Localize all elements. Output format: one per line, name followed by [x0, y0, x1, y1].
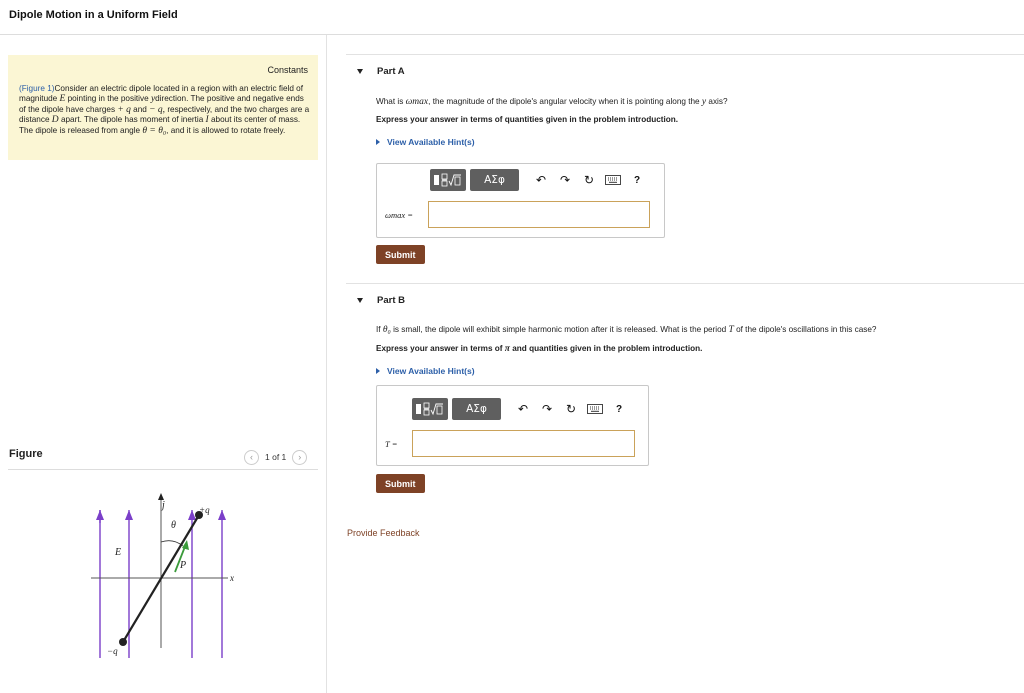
constants-panel: Constants (Figure 1)Consider an electric…: [8, 55, 318, 160]
part-b-instruction-pre: Express your answer in terms of: [376, 344, 503, 353]
redo-icon[interactable]: ↷: [553, 169, 577, 191]
redo-icon[interactable]: ↷: [535, 398, 559, 420]
x-axis-label: x: [229, 573, 234, 583]
figure-label: Figure: [9, 448, 43, 460]
page-title: Dipole Motion in a Uniform Field: [9, 9, 178, 21]
part-b-question: If θ₀ is small, the dipole will exhibit …: [376, 325, 876, 335]
title-divider: [0, 34, 1024, 35]
symbol-E: E: [59, 94, 66, 105]
keyboard-glyph: [587, 404, 603, 414]
part-b-hint-label: View Available Hint(s): [387, 366, 475, 376]
part-a-submit-button[interactable]: Submit: [376, 245, 425, 264]
part-a-header[interactable]: Part A: [357, 66, 405, 77]
part-a-title: Part A: [377, 66, 405, 77]
T-symbol: T: [728, 325, 734, 335]
part-b-answer-box: ΑΣφ ↶ ↷ ↻ ? T =: [376, 385, 649, 466]
part-a-top-rule: [346, 54, 1024, 55]
part-a-instruction: Express your answer in terms of quantiti…: [376, 115, 679, 124]
caret-down-icon: [357, 69, 363, 74]
part-b-toolbar: ΑΣφ ↶ ↷ ↻ ?: [412, 398, 631, 420]
reset-icon[interactable]: ↻: [559, 398, 583, 420]
pager-text: 1 of 1: [265, 452, 287, 462]
E-vector-label: E: [114, 547, 121, 558]
part-a-question-post: , the magnitude of the dipole's angular …: [428, 97, 700, 106]
theta-zero-symbol: θ₀: [382, 325, 391, 335]
greek-symbols-button[interactable]: ΑΣφ: [452, 398, 501, 420]
templates-icon: [434, 173, 461, 187]
keyboard-glyph: [605, 175, 621, 185]
part-b-question-end: of the dipole's oscillations in this cas…: [736, 325, 877, 334]
constants-label: Constants: [267, 65, 308, 75]
keyboard-icon[interactable]: [601, 169, 625, 191]
part-a-toolbar: ΑΣφ ↶ ↷ ↻ ?: [430, 169, 649, 191]
part-b-header[interactable]: Part B: [357, 295, 405, 306]
templates-button[interactable]: [430, 169, 466, 191]
chevron-right-icon[interactable]: ›: [292, 449, 308, 465]
symbol-plus-q: + q: [117, 104, 131, 115]
part-a-answer-input[interactable]: [428, 201, 650, 228]
reset-icon[interactable]: ↻: [577, 169, 601, 191]
intro-text-3: pointing in the positive: [67, 94, 149, 104]
part-a-question-pre: What is: [376, 97, 404, 106]
chevron-left-icon[interactable]: ‹: [244, 449, 259, 465]
provide-feedback-link[interactable]: Provide Feedback: [347, 528, 420, 538]
negative-charge: [119, 638, 127, 646]
figure-link[interactable]: (Figure 1): [19, 84, 55, 93]
part-a-hint-link[interactable]: View Available Hint(s): [376, 137, 475, 147]
minus-q-label: −q: [107, 646, 118, 656]
caret-right-icon: [376, 368, 380, 374]
part-b-hint-link[interactable]: View Available Hint(s): [376, 366, 475, 376]
part-a-answer-box: ΑΣφ ↶ ↷ ↻ ? ωmax =: [376, 163, 665, 238]
intro-text-12: , and it is allowed to rotate freely.: [166, 125, 286, 135]
part-a-question: What is ωmax, the magnitude of the dipol…: [376, 97, 728, 107]
theta-label: θ: [171, 520, 176, 531]
intro-text-4: direction. The: [155, 94, 205, 104]
symbol-theta-eq: θ = θ₀: [142, 125, 167, 136]
omega-max-label: ωmax =: [385, 210, 414, 220]
column-divider: [326, 35, 327, 693]
dipole-diagram: j θ +q −q E P x: [91, 493, 234, 658]
part-a-hint-label: View Available Hint(s): [387, 137, 475, 147]
undo-icon[interactable]: ↶: [529, 169, 553, 191]
intro-text-8: apart. The dipole: [60, 115, 123, 125]
plus-q-label: +q: [199, 505, 210, 515]
help-button[interactable]: ?: [607, 398, 631, 420]
part-a-question-end: axis?: [708, 97, 728, 106]
part-b-top-rule: [346, 283, 1024, 284]
part-b-instruction: Express your answer in terms of π and qu…: [376, 344, 702, 354]
undo-icon[interactable]: ↶: [511, 398, 535, 420]
caret-right-icon: [376, 139, 380, 145]
intro-text-6: and: [133, 104, 147, 114]
figure-divider: [8, 469, 318, 470]
part-b-question-pre: If: [376, 325, 381, 334]
part-b-instruction-post: and quantities given in the problem intr…: [512, 344, 703, 353]
templates-icon: [416, 402, 443, 416]
intro-text-1: Consider an electric dipole located in a…: [54, 84, 249, 93]
omega-max-symbol: ωmax: [405, 97, 429, 107]
part-b-submit-button[interactable]: Submit: [376, 474, 425, 493]
templates-button[interactable]: [412, 398, 448, 420]
problem-introduction: (Figure 1)Consider an electric dipole lo…: [19, 84, 311, 136]
caret-down-icon: [357, 298, 363, 303]
pi-symbol: π: [504, 344, 510, 354]
part-b-answer-input[interactable]: [412, 430, 635, 457]
P-vector-label: P: [179, 560, 186, 571]
greek-symbols-button[interactable]: ΑΣφ: [470, 169, 519, 191]
intro-text-11: released from angle: [67, 125, 141, 135]
y-symbol: y: [701, 97, 707, 107]
intro-text-9: has moment of inertia: [124, 115, 204, 125]
help-button[interactable]: ?: [625, 169, 649, 191]
T-label: T =: [385, 439, 398, 449]
symbol-I: I: [205, 115, 209, 126]
figure-pager: ‹ 1 of 1 ›: [244, 449, 308, 465]
keyboard-icon[interactable]: [583, 398, 607, 420]
part-b-question-post: is small, the dipole will exhibit simple…: [393, 325, 727, 334]
symbol-minus-q: − q,: [149, 104, 166, 115]
part-b-title: Part B: [377, 295, 405, 306]
symbol-D: D: [51, 115, 59, 126]
j-arrowhead: [158, 493, 164, 500]
